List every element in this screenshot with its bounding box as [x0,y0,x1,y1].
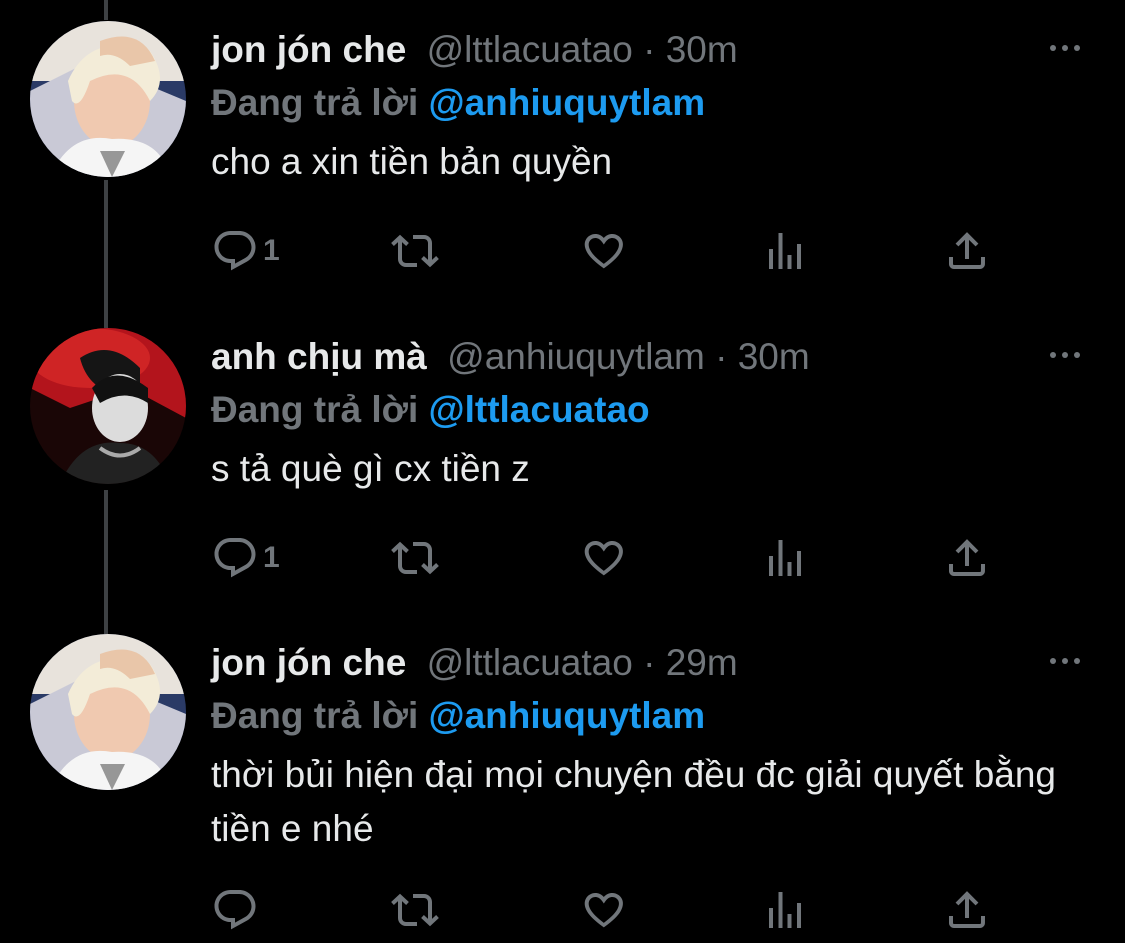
display-name[interactable]: jon jón che [211,642,406,683]
reply-count: 1 [263,541,280,574]
replying-to: Đang trả lời @lttlacuatao [211,385,650,435]
tweet-3[interactable]: jon jón che @lttlacuatao · 29m Đang trả … [0,634,1125,943]
user-handle[interactable]: @anhiuquytlam [447,336,705,377]
views-icon [761,534,809,582]
heart-icon [579,227,627,275]
tweet-text: thời bủi hiện đại mọi chuyện đều đc giải… [211,754,1057,849]
views-button[interactable] [761,880,809,940]
reply-count: 1 [263,234,280,267]
separator: · [643,642,656,683]
replying-label: Đang trả lời [211,82,419,123]
heart-icon [579,886,627,934]
avatar[interactable] [30,21,186,177]
timestamp[interactable]: 30m [738,336,810,377]
replying-label: Đang trả lời [211,389,419,430]
avatar[interactable] [30,634,186,790]
display-name[interactable]: jon jón che [211,29,406,70]
tweet-header: anh chịu mà @anhiuquytlam · 30m [211,332,810,382]
reply-icon [211,886,259,934]
avatar[interactable] [30,328,186,484]
views-icon [761,227,809,275]
tweet-header: jon jón che @lttlacuatao · 30m [211,25,738,75]
blonde-avatar-image [30,634,186,790]
mention-link[interactable]: @anhiuquytlam [429,695,706,736]
reply-button[interactable]: 1 [211,528,280,588]
mention-link[interactable]: @anhiuquytlam [429,82,706,123]
mention-link[interactable]: @lttlacuatao [429,389,650,430]
retweet-button[interactable] [391,880,439,940]
separator: · [643,29,656,70]
tweet-2[interactable]: anh chịu mà @anhiuquytlam · 30m Đang trả… [0,328,1125,612]
action-bar: 1 [211,221,1011,281]
tweet-1[interactable]: jon jón che @lttlacuatao · 30m Đang trả … [0,21,1125,305]
share-button[interactable] [943,221,991,281]
tweet-text: s tả què gì cx tiền z [211,448,530,489]
reply-button[interactable]: 1 [211,221,280,281]
heart-icon [579,534,627,582]
display-name[interactable]: anh chịu mà [211,336,427,377]
replying-to: Đang trả lời @anhiuquytlam [211,691,705,741]
retweet-button[interactable] [391,528,439,588]
more-icon[interactable] [1045,340,1085,370]
tweet-header: jon jón che @lttlacuatao · 29m [211,638,738,688]
reply-icon [211,227,259,275]
blonde-avatar-image [30,21,186,177]
replying-label: Đang trả lời [211,695,419,736]
like-button[interactable] [579,528,627,588]
separator: · [715,336,728,377]
tweet-text: cho a xin tiền bản quyền [211,141,613,182]
retweet-button[interactable] [391,221,439,281]
retweet-icon [391,886,439,934]
action-bar: 1 [211,528,1011,588]
reply-icon [211,534,259,582]
views-icon [761,886,809,934]
views-button[interactable] [761,528,809,588]
user-handle[interactable]: @lttlacuatao [427,29,633,70]
share-icon [943,886,991,934]
retweet-icon [391,227,439,275]
more-icon[interactable] [1045,33,1085,63]
reply-button[interactable] [211,880,263,940]
more-icon[interactable] [1045,646,1085,676]
like-button[interactable] [579,880,627,940]
share-button[interactable] [943,528,991,588]
replying-to: Đang trả lời @anhiuquytlam [211,78,705,128]
thread-line-top [104,0,108,20]
views-button[interactable] [761,221,809,281]
red-stage-avatar-image [30,328,186,484]
share-icon [943,534,991,582]
user-handle[interactable]: @lttlacuatao [427,642,633,683]
timestamp[interactable]: 29m [666,642,738,683]
like-button[interactable] [579,221,627,281]
timestamp[interactable]: 30m [666,29,738,70]
action-bar [211,880,1011,940]
retweet-icon [391,534,439,582]
share-icon [943,227,991,275]
share-button[interactable] [943,880,991,940]
